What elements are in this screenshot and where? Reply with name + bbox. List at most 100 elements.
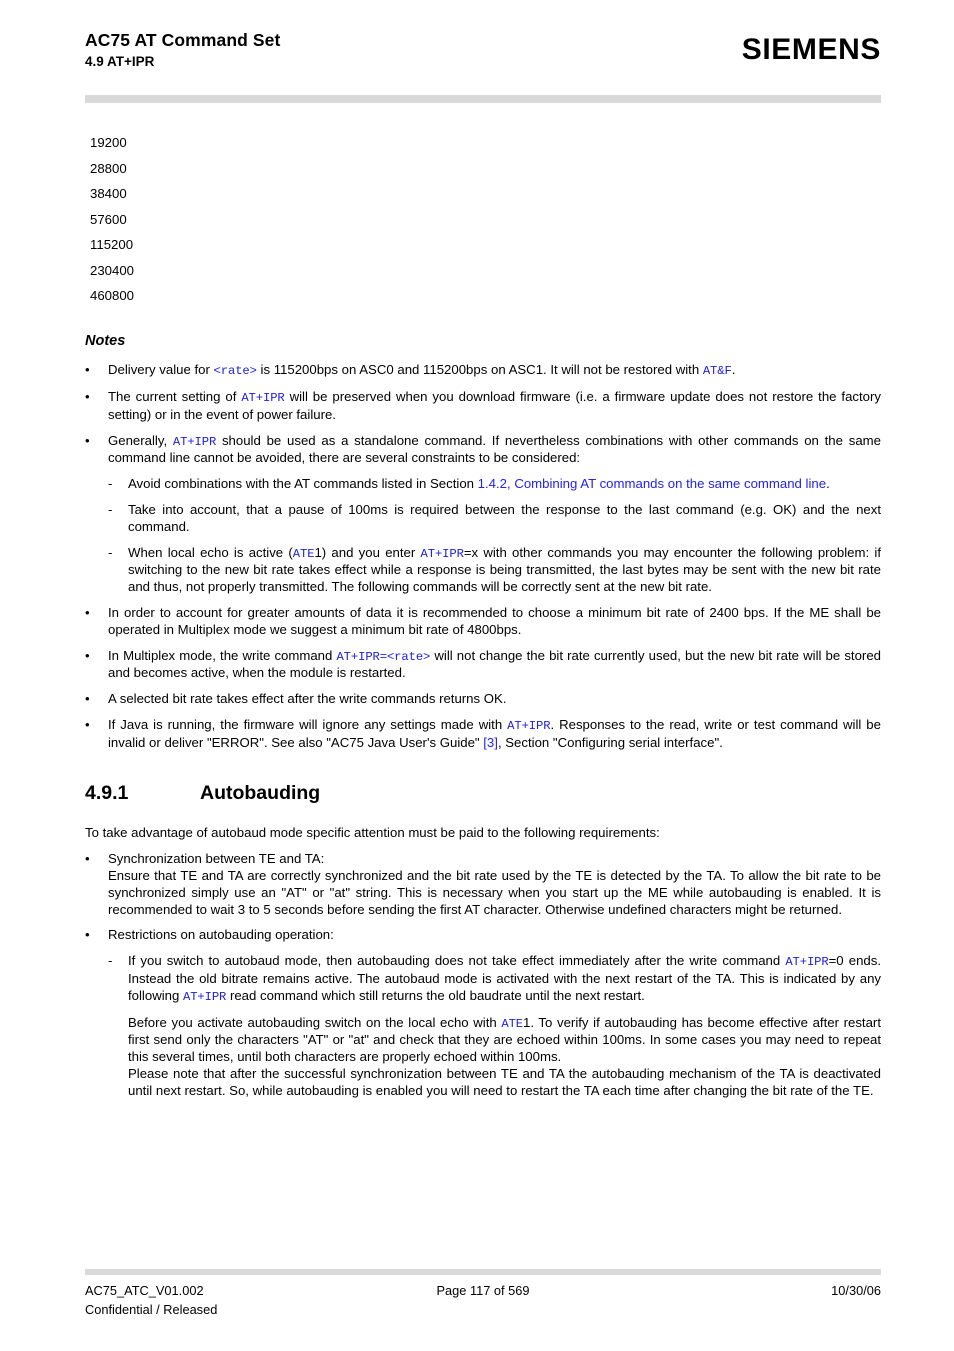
notes-bullets-group-2: • In order to account for greater amounts… [85, 605, 881, 752]
inline-code: ATE [292, 546, 315, 561]
bullet-marker: • [85, 432, 90, 448]
inline-code: AT+IPR [182, 989, 227, 1004]
list-item-text: A selected bit rate takes effect after t… [108, 691, 881, 708]
inline-code: AT+IPR [420, 546, 464, 561]
section-bullets: • Synchronization between TE and TA: Ensur… [85, 851, 881, 944]
footer-row-primary: AC75_ATC_V01.002 Page 117 of 569 10/30/0… [85, 1283, 881, 1300]
bullet-marker: • [85, 362, 90, 378]
document-title: AC75 AT Command Set [85, 30, 281, 50]
text-run: , Section "Configuring serial interface"… [497, 734, 723, 750]
section-sub-item: - If you switch to autobaud mode, then au… [108, 953, 881, 1005]
list-item-text: In order to account for greater amounts … [108, 605, 881, 639]
note-sub-item: - Avoid combinations with the AT commands… [108, 476, 881, 493]
bit-rate-item: 38400 [90, 186, 127, 201]
footer-page-number: Page 117 of 569 [436, 1283, 530, 1298]
bit-rate-item: 19200 [90, 135, 127, 150]
bit-rate-item: 57600 [90, 211, 127, 227]
inline-code: <rate> [213, 364, 257, 379]
footer-divider [85, 1269, 881, 1275]
list-item-text: When local echo is active (ATE1) and you… [128, 545, 881, 596]
bullet-marker: • [85, 717, 90, 733]
section-intro: To take advantage of autobaud mode speci… [85, 825, 660, 841]
text-run: When local echo is active ( [128, 544, 293, 560]
list-item-text: Take into account, that a pause of 100ms… [128, 502, 881, 536]
bit-rate-item: 460800 [90, 288, 135, 303]
bullet-marker: • [85, 647, 90, 663]
section-bullet-item: • Synchronization between TE and TA: Ensur… [85, 851, 881, 918]
text-run: If Java is running, the firmware will ig… [108, 717, 508, 733]
cross-reference-link[interactable]: [3] [483, 735, 498, 750]
list-item-text: Delivery value for <rate> is 115200bps o… [108, 362, 881, 380]
note-bullet-item: • In Multiplex mode, the write command AT… [85, 648, 881, 683]
note-bullet-item: • If Java is running, the firmware will i… [85, 717, 881, 752]
inline-code: ATE [501, 1016, 524, 1031]
section-title: Autobauding [200, 781, 321, 804]
text-run: Generally, [108, 432, 173, 448]
text-run: Before you activate autobauding switch o… [128, 1014, 502, 1030]
notes-subitems-group: - Avoid combinations with the AT commands… [85, 476, 881, 596]
text-run: In order to account for greater amounts … [108, 605, 881, 637]
footer-document-id: AC75_ATC_V01.002 [85, 1283, 204, 1298]
dash-marker: - [108, 953, 113, 969]
document-page: AC75 AT Command Set 4.9 AT+IPR SIEMENS 1… [0, 0, 954, 1351]
bullet-marker: • [85, 927, 90, 943]
bullet-marker: • [85, 851, 90, 867]
section-bullet-item: • Restrictions on autobauding operation: [85, 927, 881, 944]
inline-code: AT&F [702, 364, 732, 379]
inline-code: AT+IPR [172, 434, 217, 449]
page-content: 19200 28800 38400 57600 115200 230400 460800 N… [85, 135, 881, 1100]
header-section-label: 4.9 AT+IPR [85, 54, 155, 69]
sub-paragraph-text: Before you activate autobauding switch o… [128, 1015, 881, 1066]
dash-marker: - [108, 502, 113, 518]
text-run: Ensure that TE and TA are correctly sync… [108, 868, 881, 917]
dash-marker: - [108, 544, 113, 560]
list-item-text: Restrictions on autobauding operation: [108, 927, 881, 944]
text-run: . [731, 362, 736, 378]
text-run: should be used as a standalone command. … [108, 432, 881, 466]
note-bullet-item: • In order to account for greater amounts… [85, 605, 881, 639]
note-sub-item: - When local echo is active (ATE1) and yo… [108, 545, 881, 596]
inline-code: AT+IPR [507, 719, 551, 734]
text-run: 1) and you enter [314, 544, 421, 560]
inline-code: AT+IPR=<rate> [336, 649, 431, 664]
text-run: Synchronization between TE and TA: [108, 851, 325, 867]
footer-date: 10/30/06 [831, 1283, 881, 1298]
inline-code: AT+IPR [785, 955, 829, 970]
note-bullet-item: • A selected bit rate takes effect after … [85, 691, 881, 708]
text-run: Avoid combinations with the AT commands … [128, 476, 478, 492]
text-run: If you switch to autobaud mode, then aut… [128, 953, 786, 969]
section-sub-paragraph: Please note that after the successful sy… [108, 1066, 881, 1100]
list-item-text: In Multiplex mode, the write command AT+… [108, 648, 881, 683]
dash-marker: - [108, 476, 113, 492]
bullet-marker: • [85, 605, 90, 621]
text-run: Restrictions on autobauding operation: [108, 927, 334, 943]
list-item-text: Generally, AT+IPR should be used as a st… [108, 433, 881, 468]
list-item-text: If you switch to autobaud mode, then aut… [128, 953, 881, 1005]
bit-rate-item: 28800 [90, 160, 127, 176]
text-run: is 115200bps on ASC0 and 115200bps on AS… [256, 362, 703, 378]
footer-classification: Confidential / Released [85, 1302, 218, 1317]
page-footer: AC75_ATC_V01.002 Page 117 of 569 10/30/0… [85, 1269, 881, 1317]
text-run: . [826, 476, 830, 492]
bit-rate-list: 19200 28800 38400 57600 115200 230400 460800 [85, 135, 881, 314]
section-heading: 4.9.1 Autobauding [85, 781, 881, 804]
inline-code: AT+IPR [241, 391, 285, 406]
text-run: Delivery value for [108, 362, 214, 378]
note-bullet-item: • Generally, AT+IPR should be used as a s… [85, 433, 881, 468]
list-item-text: Synchronization between TE and TA: Ensure… [108, 851, 881, 918]
text-run: The current setting of [108, 389, 242, 405]
text-run: Take into account, that a pause of 100ms… [128, 502, 881, 534]
text-run: In Multiplex mode, the write command [108, 647, 337, 663]
text-run: Please note that after the successful sy… [128, 1066, 881, 1098]
page-header: AC75 AT Command Set 4.9 AT+IPR SIEMENS [0, 0, 954, 110]
section-number: 4.9.1 [85, 781, 129, 804]
section-subitems: - If you switch to autobaud mode, then au… [85, 953, 881, 1099]
bit-rate-item: 115200 [90, 237, 134, 252]
list-item-text: If Java is running, the firmware will ig… [108, 717, 881, 752]
cross-reference-link[interactable]: 1.4.2, Combining AT commands on the same… [478, 476, 826, 491]
note-sub-item: - Take into account, that a pause of 100m… [108, 502, 881, 536]
header-divider [85, 95, 881, 103]
siemens-logo: SIEMENS [741, 33, 881, 66]
notes-bullets-group-1: • Delivery value for <rate> is 115200bps … [85, 362, 881, 467]
text-run: read command which still returns the old… [226, 987, 645, 1003]
